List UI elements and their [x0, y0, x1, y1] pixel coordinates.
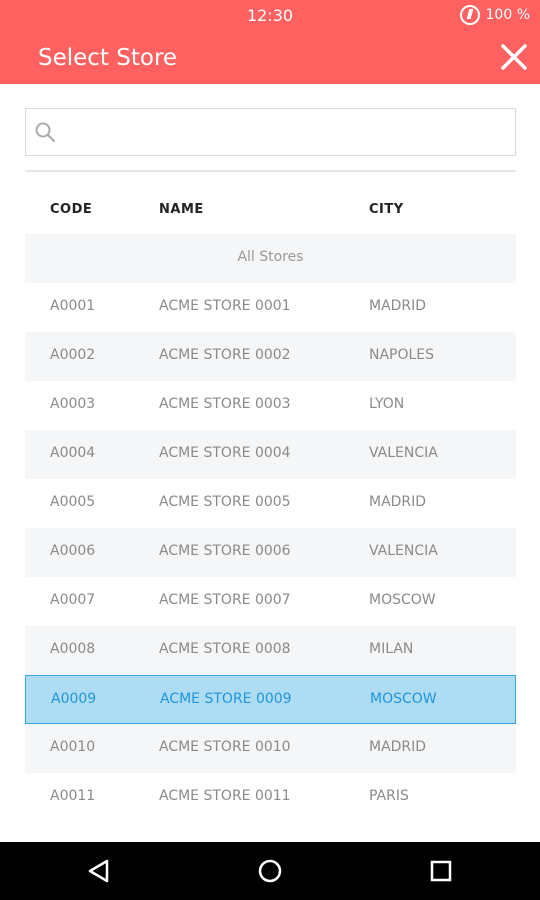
store-name-cell: ACME STORE 0005: [159, 494, 291, 510]
store-city-cell: VALENCIA: [369, 445, 438, 461]
table-header: CODE NAME CITY: [25, 186, 516, 234]
store-code-cell: A0008: [50, 641, 96, 657]
back-icon: [88, 859, 109, 883]
back-button[interactable]: [84, 856, 114, 886]
store-city-cell: MOSCOW: [369, 592, 436, 608]
table-row[interactable]: A0009 ACME STORE 0009 MOSCOW: [25, 675, 516, 724]
battery-charging-icon: [459, 5, 480, 25]
status-right: 100 %: [459, 5, 530, 25]
column-header-city: CITY: [369, 202, 404, 217]
search-icon: [35, 122, 55, 142]
divider: [25, 170, 516, 172]
recents-button[interactable]: [426, 856, 456, 886]
store-name-cell: ACME STORE 0004: [159, 445, 291, 461]
table-row[interactable]: A0001 ACME STORE 0001 MADRID: [25, 283, 516, 332]
home-icon: [258, 859, 282, 883]
store-city-cell: PARIS: [369, 788, 409, 804]
page-title: Select Store: [38, 45, 178, 71]
store-name-cell: ACME STORE 0003: [159, 396, 291, 412]
store-city-cell: NAPOLES: [369, 347, 435, 363]
store-code-cell: A0006: [50, 543, 96, 559]
table-row[interactable]: A0008 ACME STORE 0008 MILAN: [25, 626, 516, 675]
battery-level: 100 %: [485, 7, 530, 23]
search-box[interactable]: [25, 108, 516, 156]
table-row[interactable]: A0010 ACME STORE 0010 MADRID: [25, 724, 516, 773]
store-city-cell: MILAN: [369, 641, 414, 657]
store-code-cell: A0002: [50, 347, 96, 363]
close-icon: [501, 44, 527, 70]
store-name-cell: ACME STORE 0007: [159, 592, 291, 608]
store-city-cell: MADRID: [369, 494, 427, 510]
store-code-cell: A0005: [50, 494, 96, 510]
store-code-cell: A0011: [50, 788, 96, 804]
store-name-cell: ACME STORE 0006: [159, 543, 291, 559]
store-city-cell: MADRID: [369, 739, 427, 755]
table-body: A0001 ACME STORE 0001 MADRID A0002 ACME STOR…: [25, 283, 516, 822]
store-code-cell: A0009: [51, 691, 97, 707]
store-code-cell: A0010: [50, 739, 96, 755]
table-row[interactable]: A0004 ACME STORE 0004 VALENCIA: [25, 430, 516, 479]
store-name-cell: ACME STORE 0001: [159, 298, 291, 314]
store-city-cell: LYON: [369, 396, 405, 412]
table-row[interactable]: A0003 ACME STORE 0003 LYON: [25, 381, 516, 430]
store-name-cell: ACME STORE 0010: [159, 739, 291, 755]
store-name-cell: ACME STORE 0011: [159, 788, 291, 804]
store-city-cell: MOSCOW: [370, 691, 437, 707]
store-name-cell: ACME STORE 0009: [160, 691, 292, 707]
store-city-cell: MADRID: [369, 298, 427, 314]
table-row[interactable]: A0007 ACME STORE 0007 MOSCOW: [25, 577, 516, 626]
store-code-cell: A0004: [50, 445, 96, 461]
all-stores-label: All Stores: [237, 249, 304, 265]
store-name-cell: ACME STORE 0002: [159, 347, 291, 363]
recents-icon: [430, 860, 452, 882]
store-name-cell: ACME STORE 0008: [159, 641, 291, 657]
close-button[interactable]: [498, 41, 530, 73]
app-bar: Select Store: [0, 32, 540, 84]
table-row[interactable]: A0011 ACME STORE 0011 PARIS: [25, 773, 516, 822]
store-table: CODE NAME CITY All Stores A0001 ACME STOR…: [25, 186, 516, 822]
status-bar: 12:30 100 %: [0, 0, 540, 32]
store-code-cell: A0003: [50, 396, 96, 412]
table-row[interactable]: A0002 ACME STORE 0002 NAPOLES: [25, 332, 516, 381]
table-row[interactable]: A0005 ACME STORE 0005 MADRID: [25, 479, 516, 528]
home-button[interactable]: [255, 856, 285, 886]
all-stores-row[interactable]: All Stores: [25, 234, 516, 283]
store-code-cell: A0007: [50, 592, 96, 608]
column-header-code: CODE: [50, 202, 93, 217]
column-header-name: NAME: [159, 202, 204, 217]
store-city-cell: VALENCIA: [369, 543, 438, 559]
search-input[interactable]: [66, 117, 506, 147]
navigation-bar: [0, 842, 540, 900]
store-code-cell: A0001: [50, 298, 96, 314]
table-row[interactable]: A0006 ACME STORE 0006 VALENCIA: [25, 528, 516, 577]
